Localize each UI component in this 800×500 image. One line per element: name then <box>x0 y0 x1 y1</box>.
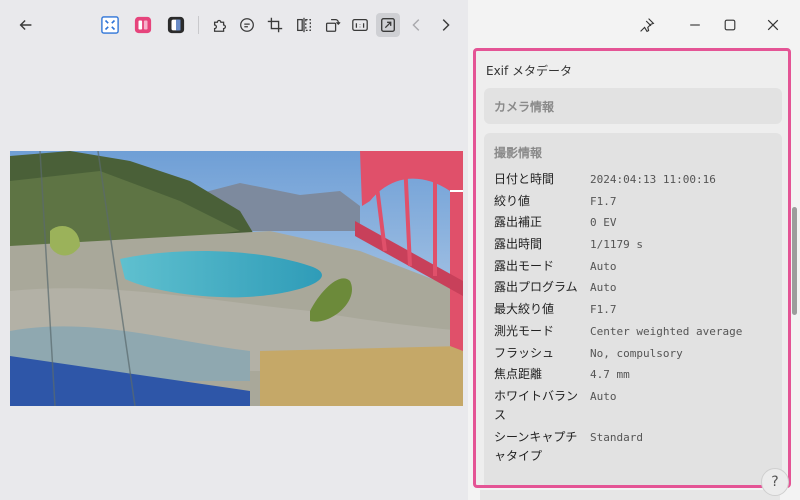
exif-value: 2024:04:13 11:00:16 <box>590 173 716 186</box>
actual-size-icon[interactable] <box>348 13 372 37</box>
exif-value: No, compulsory <box>590 347 683 360</box>
exif-label: 露出モード <box>494 259 555 273</box>
maximize-icon[interactable] <box>719 14 741 36</box>
expand-icon[interactable] <box>376 13 400 37</box>
exif-label: 絞り値 <box>494 194 531 208</box>
pin-icon[interactable] <box>636 14 658 36</box>
exif-label: 日付と時間 <box>494 172 555 186</box>
rotate-icon[interactable] <box>320 13 344 37</box>
exif-label: 露出プログラム <box>494 280 578 294</box>
shooting-info-card: 撮影情報 日付と時間 2024:04:13 11:00:16 絞り値 F1.7 … <box>484 133 782 485</box>
panel-title: Exif メタデータ <box>486 64 573 78</box>
close-icon[interactable] <box>762 14 784 36</box>
exif-label: フラッシュ <box>494 346 555 360</box>
exif-label: 最大絞り値 <box>494 302 555 316</box>
exif-value: Auto <box>590 281 617 294</box>
filter-app-icon[interactable] <box>131 13 155 37</box>
image-viewer <box>0 0 468 500</box>
camera-info-title: カメラ情報 <box>494 100 555 114</box>
next-section-card <box>480 490 780 500</box>
exif-value: 4.7 mm <box>590 368 630 381</box>
exif-label: 測光モード <box>494 324 555 338</box>
flip-icon[interactable] <box>292 13 316 37</box>
exif-label: 焦点距離 <box>494 367 543 381</box>
exif-value: Center weighted average <box>590 325 743 338</box>
exif-value: Standard <box>590 431 643 444</box>
contrast-app-icon[interactable] <box>164 13 188 37</box>
crop-icon[interactable] <box>263 13 287 37</box>
help-button[interactable]: ? <box>761 468 789 496</box>
minimize-icon[interactable] <box>684 14 706 36</box>
chevron-right-icon[interactable] <box>433 13 457 37</box>
camera-info-card[interactable]: カメラ情報 <box>484 88 782 124</box>
exif-value: F1.7 <box>590 195 617 208</box>
exif-value: 1/1179 s <box>590 238 643 251</box>
fit-screen-icon[interactable] <box>98 13 122 37</box>
window-titlebar <box>468 0 800 50</box>
exif-value: Auto <box>590 260 617 273</box>
viewer-toolbar <box>0 0 468 52</box>
exif-value: Auto <box>590 390 617 403</box>
toolbar-divider <box>198 16 199 34</box>
back-arrow-icon[interactable] <box>14 13 38 37</box>
photo-image <box>10 151 463 406</box>
exif-value: 0 EV <box>590 216 617 229</box>
exif-value: F1.7 <box>590 303 617 316</box>
exif-label: ホワイトバランス <box>494 389 579 422</box>
panel-scrollbar[interactable] <box>792 207 797 315</box>
exif-label: 露出補正 <box>494 215 543 229</box>
chat-icon[interactable] <box>235 13 259 37</box>
puzzle-icon[interactable] <box>208 13 232 37</box>
shooting-info-title: 撮影情報 <box>494 146 543 160</box>
exif-label: 露出時間 <box>494 237 543 251</box>
exif-label: シーンキャプチャタイプ <box>494 430 578 463</box>
exif-metadata-panel: Exif メタデータ カメラ情報 撮影情報 日付と時間 2024:04:13 1… <box>473 48 791 488</box>
chevron-left-icon[interactable] <box>405 13 429 37</box>
